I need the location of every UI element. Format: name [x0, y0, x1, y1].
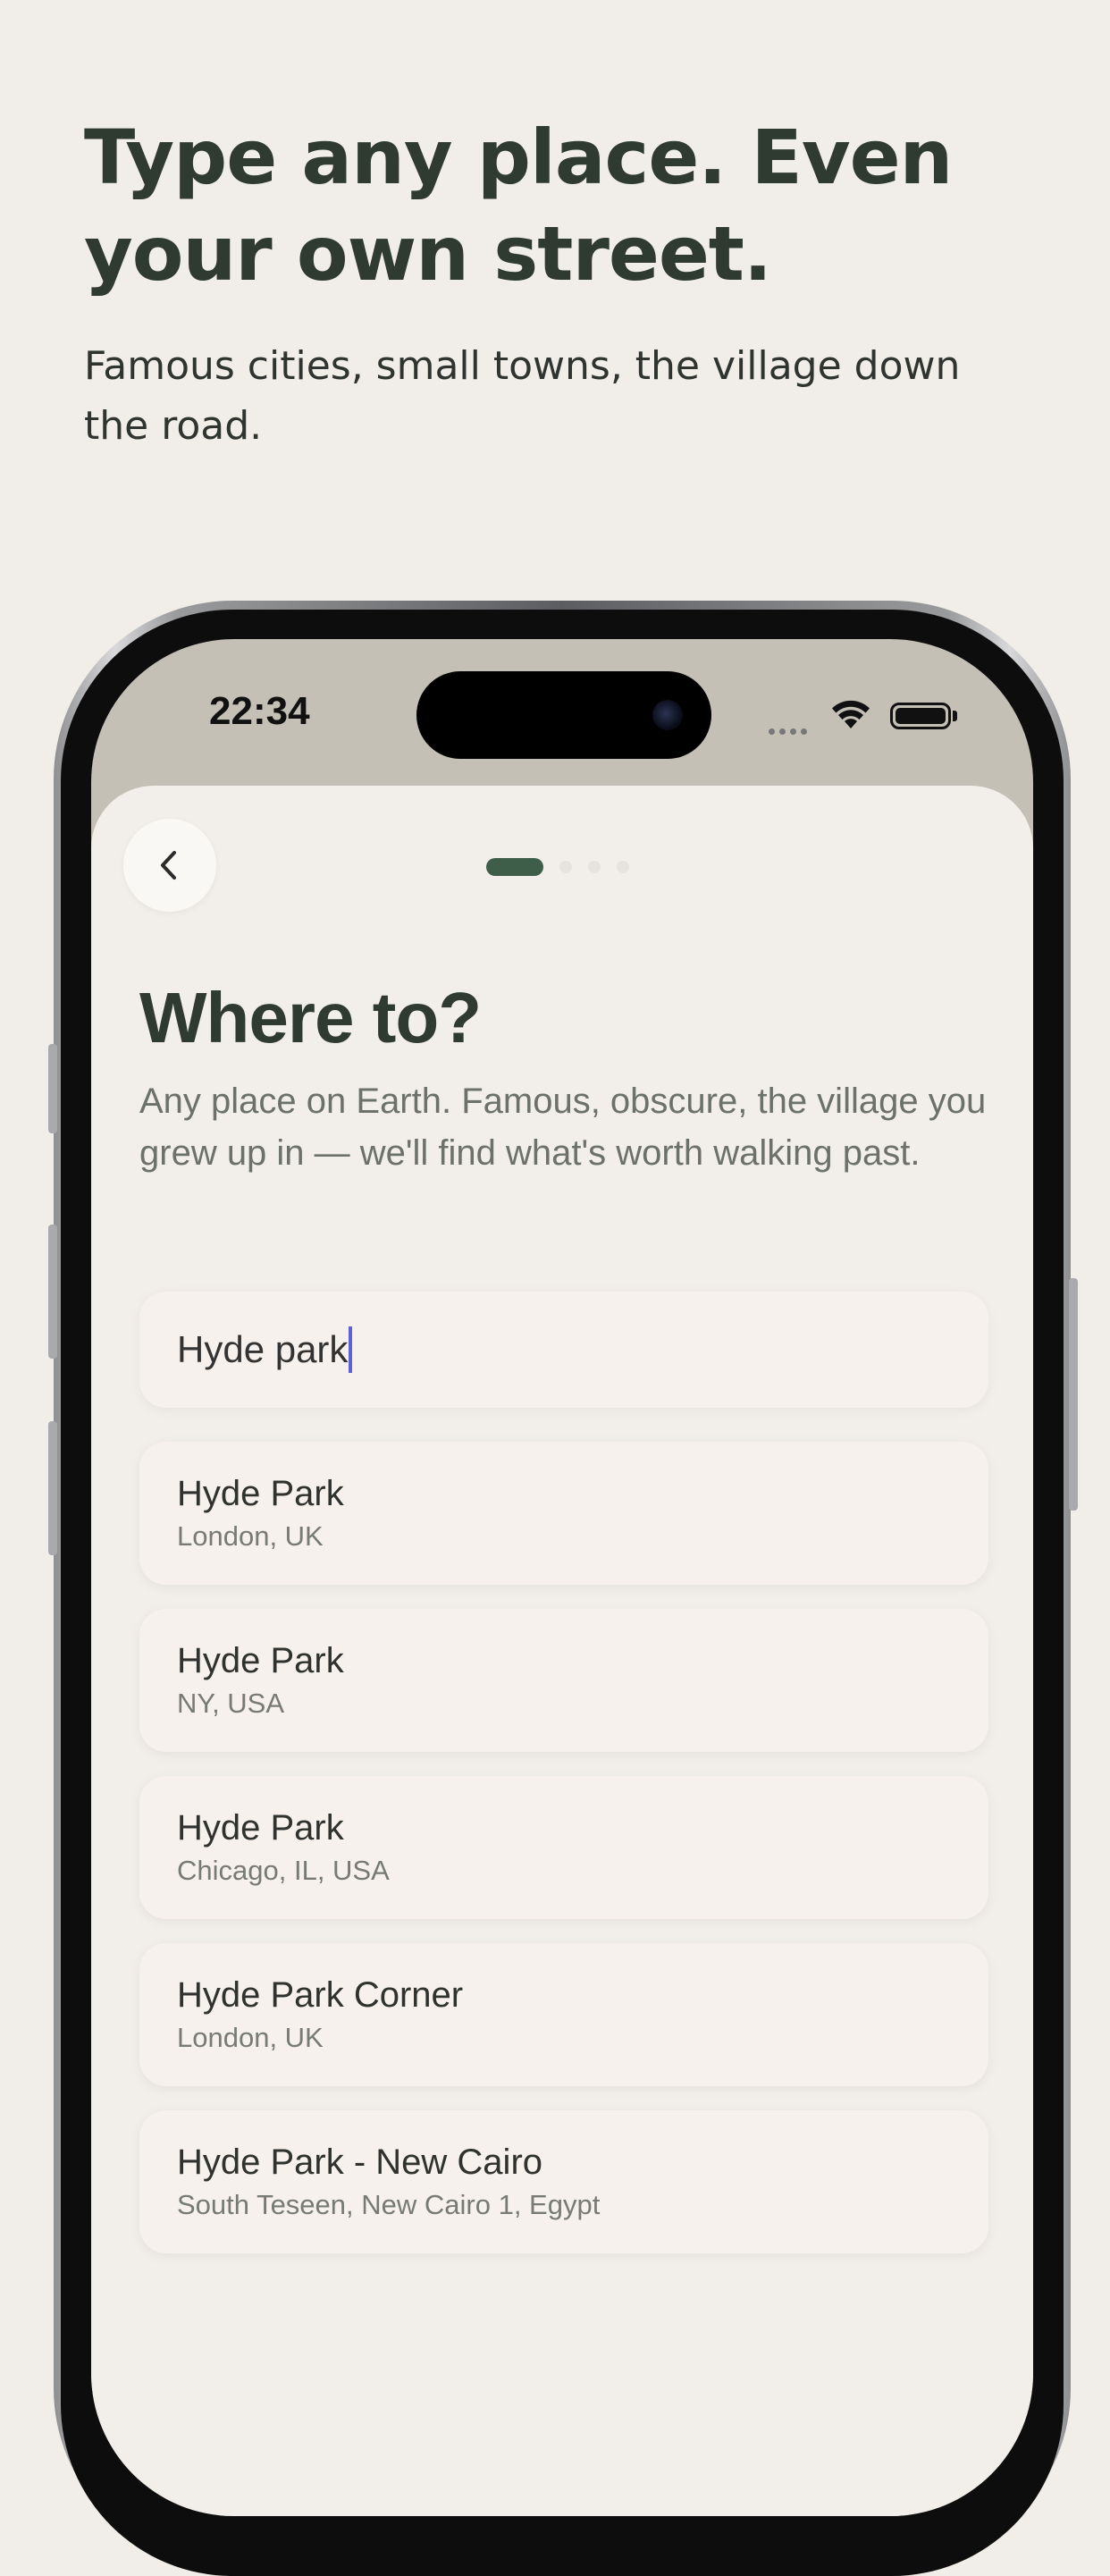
- page-indicator: [486, 857, 629, 877]
- screen-subtitle: Any place on Earth. Famous, obscure, the…: [139, 1082, 987, 1173]
- result-location: London, UK: [177, 1520, 324, 1552]
- phone-screen: 22:34 Where to? Any place on Earth. Famo…: [91, 639, 1033, 2516]
- result-item[interactable]: Hyde Park NY, USA: [139, 1609, 988, 1752]
- hero-title: Type any place. Even your own street.: [84, 114, 953, 298]
- result-item[interactable]: Hyde Park - New Cairo South Teseen, New …: [139, 2110, 988, 2253]
- phone-action-button: [48, 1044, 57, 1133]
- result-name: Hyde Park: [177, 1641, 344, 1680]
- result-name: Hyde Park Corner: [177, 1975, 464, 2015]
- page-dot: [559, 861, 572, 873]
- search-input[interactable]: Hyde park: [139, 1292, 988, 1408]
- chevron-left-icon: [161, 851, 176, 880]
- result-name: Hyde Park - New Cairo: [177, 2142, 543, 2182]
- search-input-value: Hyde park: [177, 1328, 349, 1370]
- front-camera-icon: [652, 700, 683, 730]
- phone-volume-up-button: [48, 1225, 57, 1359]
- battery-tip: [953, 711, 957, 721]
- result-location: NY, USA: [177, 1688, 285, 1719]
- dynamic-island: [416, 671, 711, 759]
- screen-title: Where to?: [139, 978, 482, 1057]
- result-location: South Teseen, New Cairo 1, Egypt: [177, 2189, 601, 2220]
- wifi-icon: [832, 700, 870, 728]
- result-location: Chicago, IL, USA: [177, 1855, 390, 1886]
- result-item[interactable]: Hyde Park Chicago, IL, USA: [139, 1776, 988, 1919]
- phone-volume-down-button: [48, 1421, 57, 1555]
- page-dot: [588, 861, 601, 873]
- result-name: Hyde Park: [177, 1808, 344, 1848]
- sheet: Where to? Any place on Earth. Famous, ob…: [91, 786, 1033, 2516]
- result-item[interactable]: Hyde Park London, UK: [139, 1442, 988, 1585]
- result-location: London, UK: [177, 2022, 324, 2053]
- status-time: 22:34: [209, 689, 310, 733]
- phone-power-button: [1069, 1278, 1078, 1511]
- battery-icon: [890, 703, 951, 729]
- back-button[interactable]: [123, 819, 216, 912]
- page-dot: [617, 861, 629, 873]
- hero-subtitle: Famous cities, small towns, the village …: [84, 343, 961, 449]
- result-item[interactable]: Hyde Park Corner London, UK: [139, 1943, 988, 2086]
- text-caret: [349, 1326, 353, 1373]
- cellular-signal-icon: [769, 721, 811, 738]
- page-dot-active: [486, 858, 543, 876]
- result-name: Hyde Park: [177, 1474, 344, 1513]
